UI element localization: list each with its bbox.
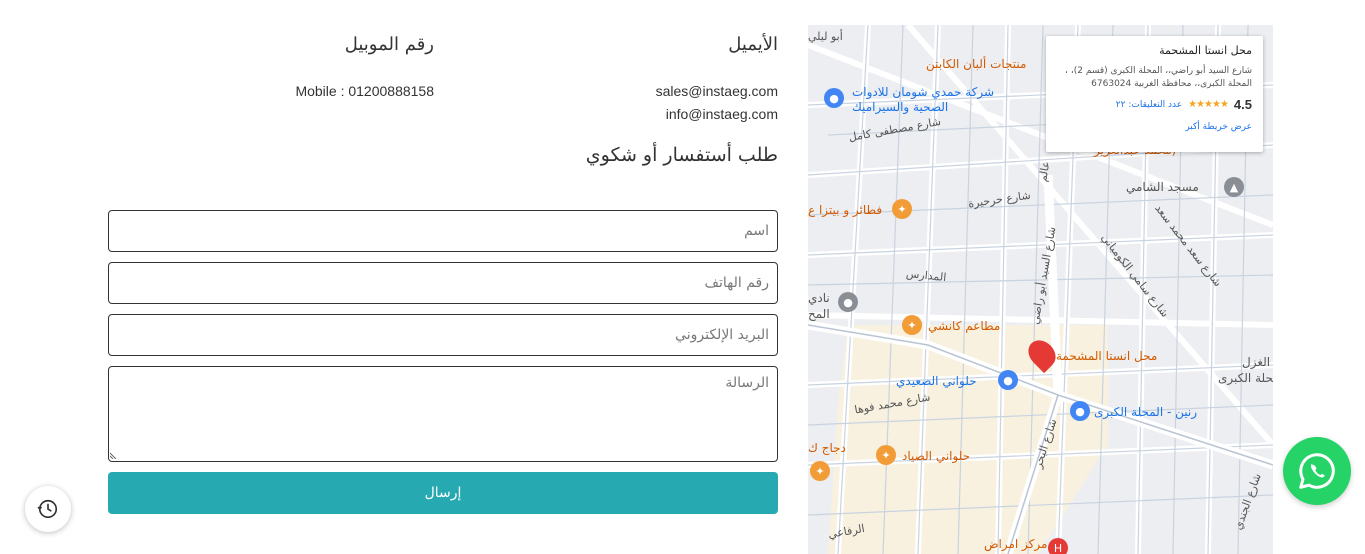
- place-alkan[interactable]: منتجات ألبان الكابتن: [926, 57, 1026, 71]
- card-address: شارع السيد أبو راضي،، المحلة الكبرى (قسم…: [1065, 66, 1252, 89]
- place-hamdy[interactable]: شركة حمدي شومان للادوات: [852, 85, 994, 99]
- phone-input[interactable]: [108, 262, 778, 304]
- place-mosque[interactable]: مسجد الشامي: [1126, 180, 1199, 194]
- shop-pin-icon-2[interactable]: ●: [998, 370, 1018, 390]
- place-dajaj[interactable]: دجاج ك: [808, 441, 846, 455]
- card-rating: 4.5: [1233, 97, 1252, 112]
- mobile-number[interactable]: Mobile : 01200888158: [250, 83, 434, 99]
- place-saidi[interactable]: حلواني الصعيدي: [896, 374, 977, 388]
- email-heading: الأيميل: [728, 34, 778, 55]
- place-rnin[interactable]: رنين - المحلة الكبرى: [1094, 405, 1197, 419]
- restaurant-pin-icon-4[interactable]: ✦: [876, 445, 896, 465]
- form-title: طلب أستفسار أو شكوي: [585, 144, 778, 166]
- email-input[interactable]: [108, 314, 778, 356]
- place-kanchi[interactable]: مطاعم كانشي: [928, 319, 1000, 333]
- card-title: محل انستا المشحمة: [1159, 44, 1252, 57]
- name-input[interactable]: [108, 210, 778, 252]
- restaurant-pin-icon-3[interactable]: ✦: [810, 461, 830, 481]
- resize-grip-icon[interactable]: [110, 451, 118, 459]
- place-sayad[interactable]: حلواني الصياد: [902, 449, 970, 463]
- hospital-pin-icon[interactable]: H: [1048, 538, 1068, 554]
- star-rating-icon: ★★★★★: [1188, 99, 1229, 110]
- view-larger-map-link[interactable]: عرض خريطة أكبر: [1057, 122, 1252, 132]
- place-nadi[interactable]: نادي: [808, 291, 830, 305]
- shop-pin-icon-3[interactable]: ●: [1070, 401, 1090, 421]
- submit-button[interactable]: إرسال: [108, 472, 778, 514]
- card-reviews-link[interactable]: عدد التعليقات: ٢٢: [1116, 100, 1182, 110]
- place-hamdy-2[interactable]: الصحية والسيراميك: [852, 100, 948, 114]
- mobile-heading: رقم الموبيل: [344, 34, 434, 55]
- shop-pin-icon[interactable]: ●: [824, 88, 844, 108]
- club-pin-icon[interactable]: ●: [838, 292, 858, 312]
- email-sales[interactable]: sales@instaeg.com: [620, 83, 778, 99]
- clock-history-icon: [37, 499, 58, 519]
- place-fatayer[interactable]: فطائر و بيتزا ع: [808, 203, 882, 217]
- place-abu: أبو ليلي: [808, 30, 843, 43]
- place-insta[interactable]: محل انستا المشحمة: [1056, 349, 1157, 363]
- place-mahalla[interactable]: لمحلة الكبرى: [1218, 371, 1273, 385]
- email-info[interactable]: info@instaeg.com: [620, 106, 778, 122]
- message-textarea[interactable]: [108, 366, 778, 462]
- place-ghazl[interactable]: الغزل: [1242, 355, 1270, 369]
- mosque-pin-icon[interactable]: ▲: [1224, 177, 1244, 197]
- history-button[interactable]: [25, 486, 71, 532]
- place-mahal[interactable]: المح: [808, 307, 830, 321]
- card-rating-row: 4.5 ★★★★★ عدد التعليقات: ٢٢: [1057, 97, 1252, 112]
- whatsapp-button[interactable]: [1283, 437, 1351, 505]
- restaurant-pin-icon[interactable]: ✦: [892, 199, 912, 219]
- restaurant-pin-icon-2[interactable]: ✦: [902, 315, 922, 335]
- whatsapp-icon: [1299, 453, 1335, 489]
- place-marakez[interactable]: مركز امراض: [984, 537, 1047, 551]
- map-info-card: محل انستا المشحمة شارع السيد أبو راضي،، …: [1046, 36, 1263, 152]
